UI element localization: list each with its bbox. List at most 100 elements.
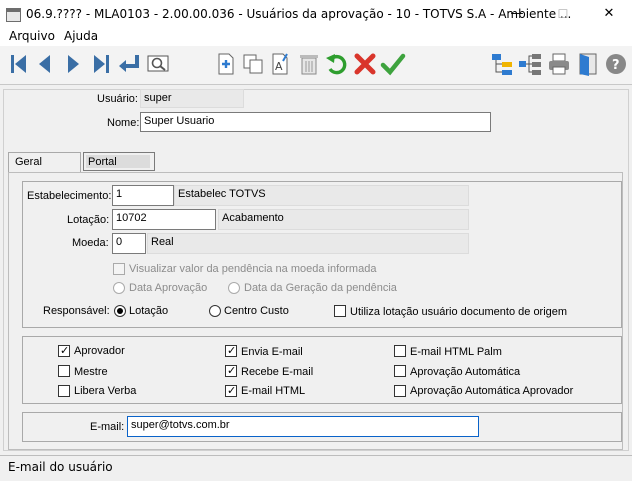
estabelecimento-label: Estabelecimento:: [27, 190, 112, 202]
title-bar: 06.9.???? - MLA0103 - 2.00.00.036 - Usuá…: [0, 0, 632, 29]
edit-button[interactable]: A: [267, 51, 293, 77]
lotacao-field[interactable]: 10702: [112, 209, 216, 230]
undo-button[interactable]: [324, 51, 350, 77]
aprovacao-automatica-checkbox[interactable]: [394, 365, 406, 377]
first-record-button[interactable]: [6, 51, 32, 77]
edit-icon: A: [272, 53, 288, 75]
undo-icon: [326, 54, 347, 75]
email-html-palm-checkbox[interactable]: [394, 345, 406, 357]
menu-ajuda[interactable]: Ajuda: [64, 29, 98, 43]
tab-portal-label: Portal: [88, 156, 117, 168]
moeda-field[interactable]: 0: [112, 233, 146, 254]
visualizar-checkbox[interactable]: [113, 263, 125, 275]
cancel-button[interactable]: [352, 51, 378, 77]
tree-view-button[interactable]: [489, 51, 515, 77]
aprovacao-automatica-label: Aprovação Automática: [410, 366, 521, 378]
help-button[interactable]: ?: [603, 51, 629, 77]
svg-text:A: A: [275, 60, 283, 73]
data-geracao-label: Data da Geração da pendência: [244, 282, 397, 294]
nome-field[interactable]: Super Usuario: [140, 112, 491, 132]
data-geracao-radio[interactable]: [228, 282, 240, 294]
toolbar: A ?: [0, 46, 632, 85]
return-arrow-icon: [119, 55, 139, 72]
mestre-checkbox[interactable]: [58, 365, 70, 377]
hierarchy-icon: [519, 54, 541, 75]
usuario-label: Usuário:: [97, 93, 138, 105]
envia-email-label: Envia E-mail: [241, 346, 303, 358]
next-record-button[interactable]: [60, 51, 86, 77]
trash-icon: [300, 55, 318, 75]
window-title: 06.9.???? - MLA0103 - 2.00.00.036 - Usuá…: [26, 7, 572, 21]
lotacao-description: Acabamento: [218, 209, 469, 230]
tab-geral-label: Geral: [15, 156, 42, 168]
libera-verba-checkbox[interactable]: [58, 385, 70, 397]
form-area: Usuário: super Nome: Super Usuario Geral…: [0, 84, 632, 455]
minimize-button[interactable]: —: [494, 0, 540, 28]
email-html-palm-label: E-mail HTML Palm: [410, 346, 502, 358]
app-icon: [6, 8, 21, 22]
email-html-checkbox[interactable]: ✓: [225, 384, 237, 397]
last-record-button[interactable]: [88, 51, 114, 77]
aprovacao-automatica-aprovador-checkbox[interactable]: [394, 385, 406, 397]
maximize-button[interactable]: ☐: [540, 0, 586, 28]
print-button[interactable]: [546, 51, 572, 77]
email-html-label: E-mail HTML: [241, 385, 306, 397]
tree-icon: [492, 54, 512, 75]
aprovacao-automatica-aprovador-label: Aprovação Automática Aprovador: [410, 385, 574, 397]
new-button[interactable]: [213, 51, 239, 77]
close-button[interactable]: ✕: [586, 0, 632, 28]
menu-arquivo[interactable]: Arquivo: [9, 29, 55, 43]
recebe-email-checkbox[interactable]: ✓: [225, 364, 237, 377]
status-bar: E-mail do usuário: [0, 455, 632, 481]
previous-record-button[interactable]: [32, 51, 58, 77]
mestre-label: Mestre: [74, 366, 108, 378]
aprovador-label: Aprovador: [74, 345, 125, 357]
utiliza-lotacao-label: Utiliza lotação usuário documento de ori…: [350, 306, 568, 318]
go-to-button[interactable]: [116, 51, 142, 77]
new-document-icon: [218, 53, 234, 75]
libera-verba-label: Libera Verba: [74, 385, 137, 397]
status-text: E-mail do usuário: [8, 460, 113, 474]
responsavel-label: Responsável:: [43, 305, 110, 317]
search-button[interactable]: [145, 51, 171, 77]
exit-button[interactable]: [575, 51, 601, 77]
responsavel-centro-custo-radio[interactable]: [209, 305, 221, 317]
menu-bar: Arquivo Ajuda: [0, 28, 632, 46]
search-icon: [147, 55, 169, 72]
first-icon: [11, 55, 26, 73]
recebe-email-label: Recebe E-mail: [241, 366, 314, 378]
usuario-field: super: [140, 89, 244, 108]
lotacao-label: Lotação:: [67, 214, 110, 226]
hierarchy-button[interactable]: [517, 51, 543, 77]
email-field[interactable]: super@totvs.com.br: [127, 416, 479, 437]
responsavel-lotacao-radio[interactable]: [114, 305, 126, 317]
copy-icon: [243, 54, 263, 74]
check-icon: [380, 53, 406, 76]
help-icon: ?: [606, 54, 626, 74]
visualizar-label: Visualizar valor da pendência na moeda i…: [129, 263, 377, 275]
cancel-x-icon: [354, 53, 376, 75]
delete-button[interactable]: [296, 51, 322, 77]
printer-icon: [549, 53, 569, 75]
moeda-label: Moeda:: [72, 237, 109, 249]
tab-portal[interactable]: Portal: [83, 152, 155, 171]
previous-icon: [39, 55, 50, 73]
nome-label: Nome:: [107, 117, 140, 129]
last-icon: [94, 55, 109, 73]
svg-text:?: ?: [612, 58, 620, 73]
aprovador-checkbox[interactable]: ✓: [58, 344, 70, 357]
estabelecimento-field[interactable]: 1: [112, 185, 174, 206]
responsavel-lotacao-label: Lotação: [129, 305, 169, 317]
envia-email-checkbox[interactable]: ✓: [225, 344, 237, 357]
data-aprovacao-radio[interactable]: [113, 282, 125, 294]
next-icon: [68, 55, 79, 73]
tab-geral[interactable]: Geral: [8, 152, 81, 173]
responsavel-centro-custo-label: Centro Custo: [224, 305, 289, 317]
moeda-description: Real: [147, 233, 469, 254]
copy-button[interactable]: [240, 51, 266, 77]
confirm-button[interactable]: [380, 51, 406, 77]
email-label: E-mail:: [90, 421, 125, 433]
utiliza-lotacao-checkbox[interactable]: [334, 305, 346, 317]
data-aprovacao-label: Data Aprovação: [129, 282, 208, 294]
exit-door-icon: [579, 53, 597, 76]
